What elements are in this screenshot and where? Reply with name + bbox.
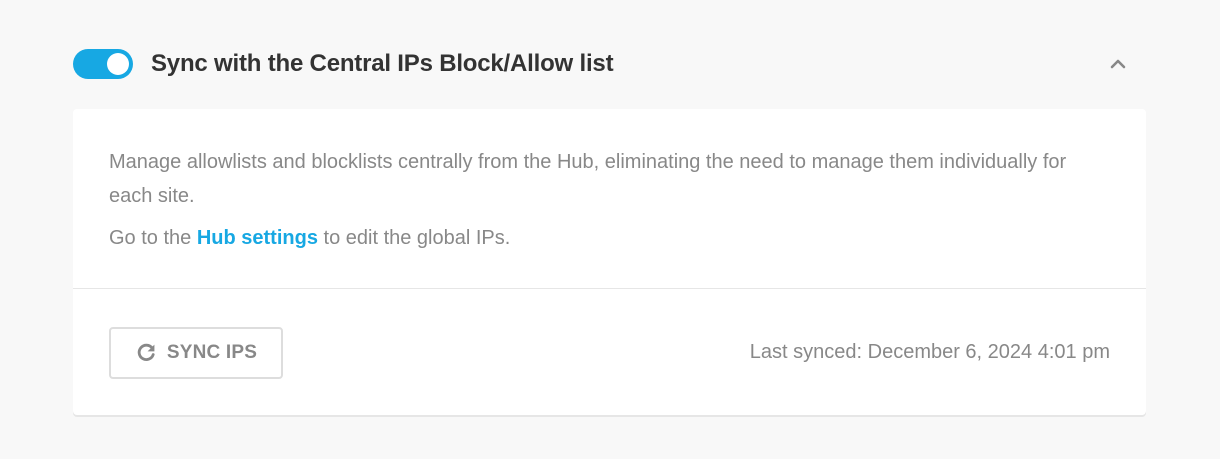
sync-ips-button[interactable]: SYNC IPS <box>109 327 283 379</box>
hub-settings-link[interactable]: Hub settings <box>197 227 318 249</box>
last-synced-text: Last synced: December 6, 2024 4:01 pm <box>749 341 1110 363</box>
chevron-up-icon[interactable] <box>1106 52 1130 76</box>
card-footer: SYNC IPS Last synced: December 6, 2024 4… <box>73 289 1146 415</box>
sync-ips-label: SYNC IPS <box>166 342 258 363</box>
toggle-knob <box>107 53 129 75</box>
chevron-up-icon-svg <box>1110 59 1126 69</box>
hub-prefix-text: Go to the <box>109 227 197 249</box>
hub-settings-line: Go to the Hub settings to edit the globa… <box>109 221 1110 255</box>
section-title: Sync with the Central IPs Block/Allow li… <box>151 50 614 77</box>
section-header: Sync with the Central IPs Block/Allow li… <box>73 44 1146 84</box>
sync-toggle[interactable] <box>73 49 133 79</box>
card-body: Manage allowlists and blocklists central… <box>73 109 1146 289</box>
hub-suffix-text: to edit the global IPs. <box>317 227 511 249</box>
description-text: Manage allowlists and blocklists central… <box>109 151 1067 207</box>
refresh-icon <box>135 342 157 364</box>
sync-card: Manage allowlists and blocklists central… <box>73 109 1146 415</box>
